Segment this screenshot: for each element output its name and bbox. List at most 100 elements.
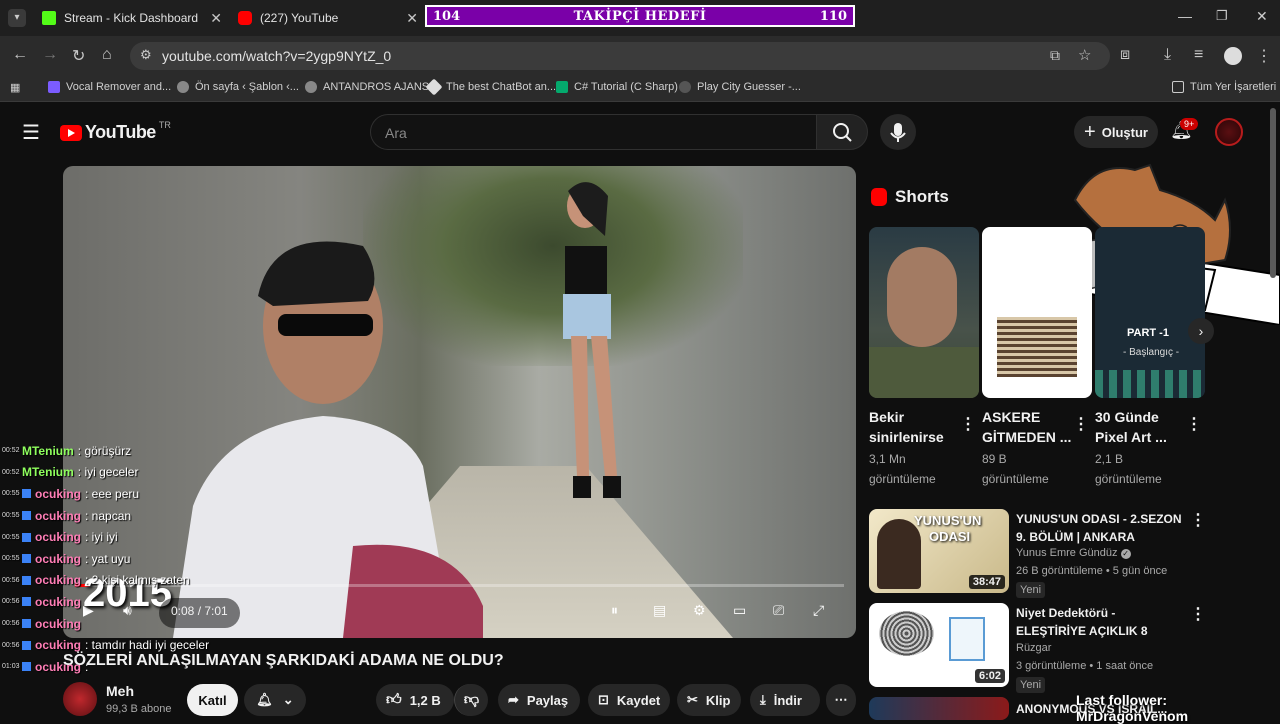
- video-frame-woman: [563, 182, 621, 498]
- menu-hamburger-icon[interactable]: ☰: [22, 120, 40, 145]
- kick-favicon-icon: [42, 11, 56, 25]
- tab-youtube[interactable]: (227) YouTube ✕: [230, 4, 426, 32]
- menu-icon[interactable]: ⋮: [1256, 46, 1272, 66]
- short-thumb-face: [887, 247, 957, 347]
- more-vertical-icon[interactable]: ⋮: [1190, 510, 1206, 530]
- save-button[interactable]: ⊡ Kaydet: [588, 684, 670, 716]
- duration-badge: 38:47: [968, 575, 1005, 589]
- rec-thumb-document: [949, 617, 985, 661]
- more-actions-button[interactable]: ⋯: [826, 684, 856, 716]
- recommendation-thumbnail[interactable]: [869, 697, 1009, 720]
- minimize-icon[interactable]: —: [1178, 8, 1192, 24]
- chat-badge-icon: [22, 575, 31, 585]
- apps-icon[interactable]: ▦: [10, 81, 20, 94]
- short-thumbnail[interactable]: PART -1 - Başlangıç -: [1095, 227, 1205, 398]
- search-button[interactable]: [816, 114, 868, 150]
- bookmark-item[interactable]: C# Tutorial (C Sharp): [556, 81, 678, 93]
- back-icon[interactable]: ←: [12, 46, 28, 64]
- last-follower-overlay: Last follower: MrDragonVenom: [1076, 692, 1189, 724]
- chat-text: : iyi geceler: [77, 465, 139, 480]
- subtitles-icon[interactable]: ▤: [653, 602, 666, 619]
- youtube-logo[interactable]: YouTube TR: [60, 120, 171, 143]
- clip-button[interactable]: ✂ Klip: [677, 684, 741, 716]
- short-title[interactable]: 30 Günde Pixel Art ...: [1095, 407, 1167, 447]
- site-info-icon[interactable]: ⚙: [140, 47, 152, 63]
- bookmark-item[interactable]: Ön sayfa ‹ Şablon ‹...: [177, 81, 299, 93]
- short-thumb-uniform: [869, 347, 979, 398]
- shorts-header: Shorts: [871, 187, 949, 207]
- page-scrollbar[interactable]: [1270, 108, 1276, 278]
- address-bar[interactable]: ⚙ youtube.com/watch?v=2ygp9NYtZ_0 ⧉ ☆: [130, 42, 1110, 70]
- close-icon[interactable]: ✕: [210, 10, 222, 27]
- more-vertical-icon[interactable]: ⋮: [1073, 414, 1089, 434]
- notification-count-badge: 9+: [1180, 118, 1199, 130]
- verified-icon: ✓: [1120, 549, 1131, 559]
- install-app-icon[interactable]: ⧉: [1050, 47, 1060, 64]
- dislike-button[interactable]: 👎︎: [454, 684, 488, 716]
- tab-kick-dashboard[interactable]: Stream - Kick Dashboard ✕: [34, 4, 230, 32]
- media-control-icon[interactable]: ≡: [1194, 46, 1203, 64]
- maximize-icon[interactable]: ❐: [1216, 8, 1228, 24]
- more-vertical-icon[interactable]: ⋮: [1186, 414, 1202, 434]
- search-input[interactable]: Ara: [370, 114, 816, 150]
- short-thumbnail[interactable]: [982, 227, 1092, 398]
- extensions-icon[interactable]: ⧈: [1120, 46, 1130, 64]
- recommendation-channel[interactable]: Rüzgar: [1016, 642, 1051, 654]
- chat-timestamp: 00:52: [2, 468, 20, 476]
- bookmark-item[interactable]: ANTANDROS AJANS: [305, 81, 429, 93]
- youtube-play-icon: [60, 124, 82, 141]
- close-icon[interactable]: ✕: [406, 10, 418, 27]
- chat-username: ocuking: [35, 530, 82, 545]
- tab-search-button[interactable]: ▾: [8, 9, 26, 27]
- channel-avatar[interactable]: [63, 682, 97, 716]
- autoplay-toggle-icon[interactable]: ⏸: [611, 602, 618, 619]
- more-vertical-icon[interactable]: ⋮: [960, 414, 976, 434]
- thumbs-down-icon: 👎︎: [463, 691, 480, 708]
- recommendation-channel[interactable]: Yunus Emre Gündüz ✓: [1016, 547, 1131, 559]
- bookmark-item[interactable]: The best ChatBot an...: [425, 78, 556, 96]
- download-icon[interactable]: ⤓: [1164, 46, 1171, 64]
- create-button[interactable]: + Oluştur: [1074, 116, 1158, 148]
- fullscreen-icon[interactable]: ⤢: [813, 602, 824, 619]
- recommendation-title[interactable]: YUNUS'UN ODASI - 2.SEZON 9. BÖLÜM | ANKA…: [1016, 510, 1186, 546]
- bookmark-item[interactable]: Play City Guesser -...: [679, 81, 801, 93]
- chat-badge-icon: [22, 597, 31, 607]
- recommendation-thumbnail[interactable]: YUNUS'UN ODASI 38:47: [869, 509, 1009, 593]
- channel-name[interactable]: Meh: [106, 683, 134, 699]
- recommendation-thumbnail[interactable]: 6:02: [869, 603, 1009, 687]
- more-vertical-icon[interactable]: ⋮: [1190, 604, 1206, 624]
- chat-text: : görüşürz: [77, 443, 132, 458]
- window-close-icon[interactable]: ✕: [1256, 8, 1268, 25]
- chat-message: 00:56 ocuking: [0, 613, 260, 635]
- home-icon[interactable]: ⌂: [102, 46, 112, 64]
- voice-search-button[interactable]: [880, 114, 916, 150]
- account-avatar[interactable]: [1215, 118, 1243, 146]
- scissors-icon: ✂: [687, 692, 698, 707]
- bookmark-favicon-icon: [305, 81, 317, 93]
- recommendation-meta: 3 görüntüleme • 1 saat önce: [1016, 660, 1154, 672]
- chat-timestamp: 00:56: [2, 576, 20, 584]
- tab-label: (227) YouTube: [260, 11, 339, 25]
- join-button[interactable]: Katıl: [187, 684, 238, 716]
- notifications-button[interactable]: 🔔︎ 9+: [1170, 118, 1199, 141]
- short-title[interactable]: Bekir sinirlenirse: [869, 407, 944, 447]
- all-bookmarks[interactable]: Tüm Yer İşaretleri: [1172, 81, 1276, 93]
- bookmark-star-icon[interactable]: ☆: [1078, 46, 1091, 64]
- recommendation-title[interactable]: Niyet Dedektörü - ELEŞTİRİYE AÇIKLIK 8: [1016, 604, 1186, 640]
- chat-message: 00:56 ocuking: [0, 591, 260, 613]
- profile-avatar[interactable]: [1224, 47, 1242, 65]
- cast-icon[interactable]: ⎚: [773, 602, 784, 619]
- bookmark-item[interactable]: Vocal Remover and...: [48, 81, 171, 93]
- forward-icon[interactable]: →: [42, 46, 58, 64]
- short-thumbnail[interactable]: [869, 227, 979, 398]
- short-title[interactable]: ASKERE GİTMEDEN ...: [982, 407, 1071, 447]
- settings-gear-icon[interactable]: ⚙: [693, 602, 706, 619]
- share-button[interactable]: ➦ Paylaş: [498, 684, 580, 716]
- like-button[interactable]: 👍︎ 1,2 B: [376, 684, 454, 716]
- shorts-next-button[interactable]: ›: [1188, 318, 1214, 344]
- search-icon: [833, 123, 852, 142]
- theater-mode-icon[interactable]: ▭: [733, 602, 746, 619]
- download-button[interactable]: ⤓ İndir: [750, 684, 820, 716]
- reload-icon[interactable]: ↻: [72, 46, 85, 66]
- notification-settings-button[interactable]: 🔔︎ ⌄: [244, 684, 306, 716]
